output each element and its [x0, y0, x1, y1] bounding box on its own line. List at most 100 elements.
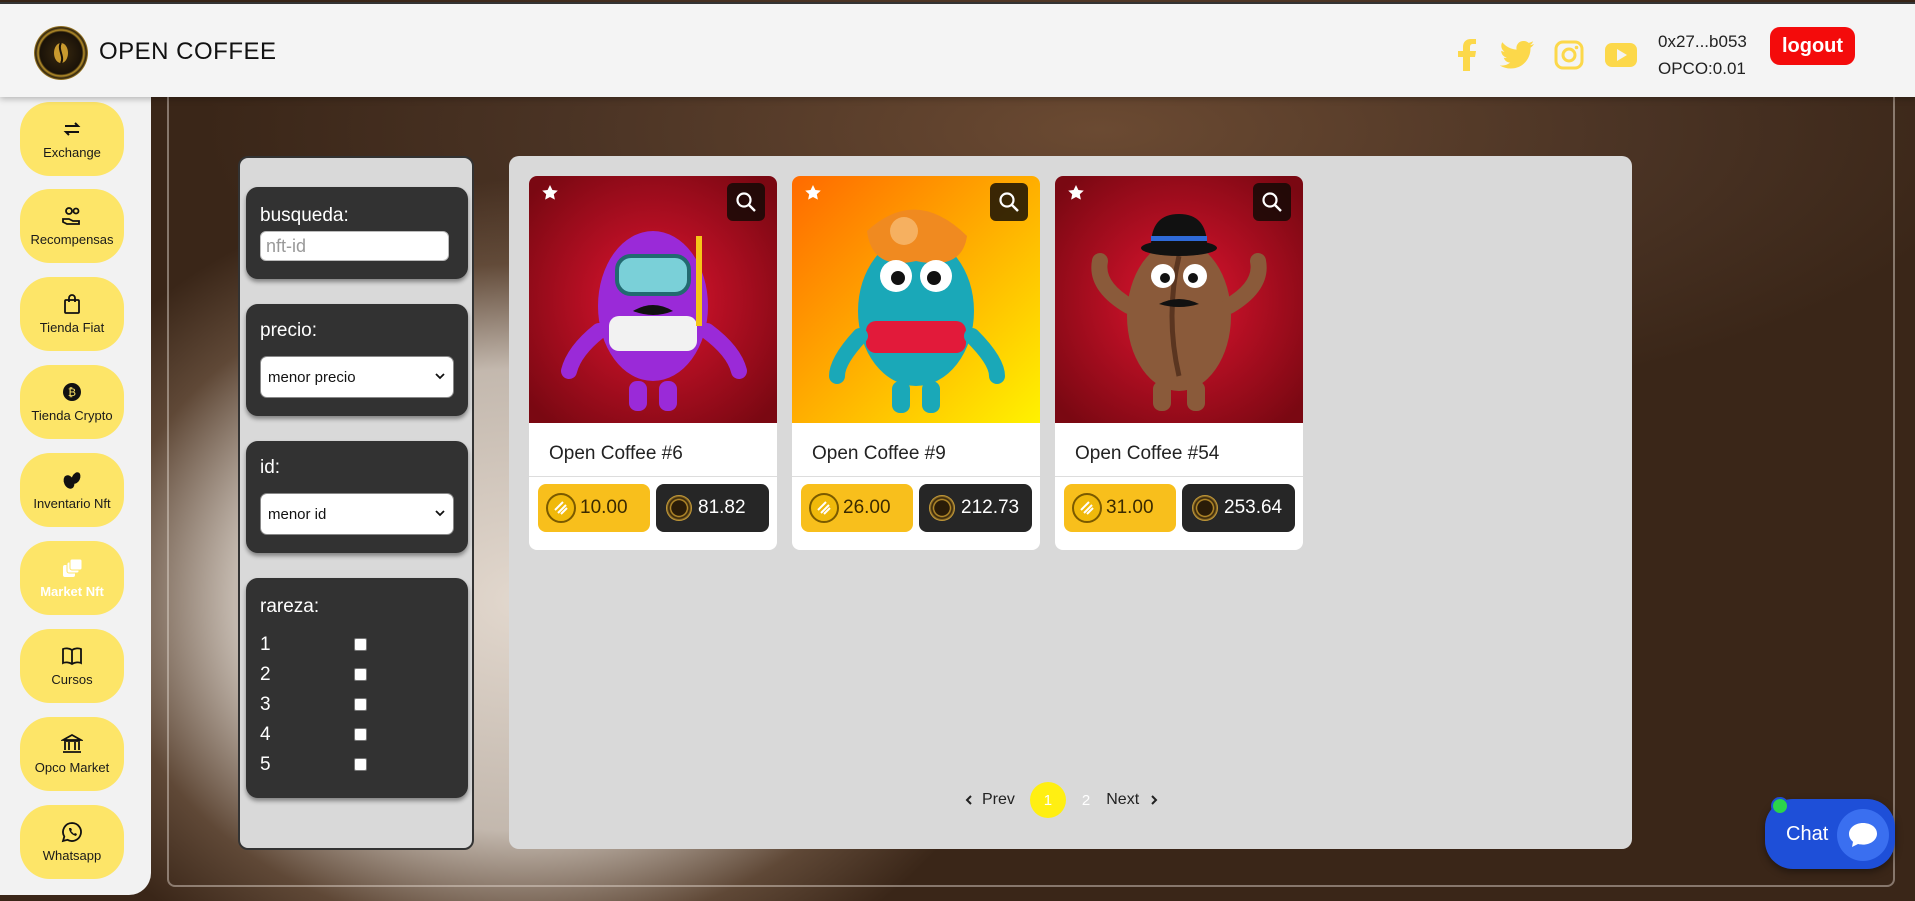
price-filter-label: precio:: [260, 320, 318, 341]
rarity-option-5: 5: [260, 754, 380, 780]
chevron-right-icon[interactable]: [1149, 794, 1159, 806]
favorite-star-icon[interactable]: [804, 184, 822, 202]
zoom-button[interactable]: [990, 183, 1028, 221]
sidebar-item-label: Recompensas: [30, 232, 114, 247]
twitter-icon[interactable]: [1500, 38, 1534, 72]
rarity-checkbox-5[interactable]: [354, 758, 367, 771]
sidebar-item-whatsapp[interactable]: Whatsapp: [20, 805, 124, 879]
busd-coin-icon: [546, 493, 576, 523]
id-filter: id: menor id: [246, 441, 468, 553]
sidebar-item-opco-market[interactable]: Opco Market: [20, 717, 124, 791]
chat-widget-button[interactable]: Chat: [1765, 797, 1895, 869]
svg-text:₿: ₿: [68, 386, 76, 399]
rarity-option-label: 5: [260, 754, 271, 775]
chevron-left-icon[interactable]: [964, 794, 974, 806]
opco-price-button[interactable]: 253.64: [1182, 484, 1295, 532]
nft-card[interactable]: Open Coffee #54 31.00 253.64: [1055, 176, 1303, 550]
rarity-checkbox-4[interactable]: [354, 728, 367, 741]
sidebar-item-tienda-fiat[interactable]: Tienda Fiat: [20, 277, 124, 351]
id-filter-label: id:: [260, 457, 281, 478]
nft-card[interactable]: Open Coffee #6 10.00 81.82: [529, 176, 777, 550]
price-sort-value: menor precio: [268, 368, 356, 386]
next-page-button[interactable]: Next: [1106, 791, 1139, 809]
logout-button[interactable]: logout: [1770, 27, 1855, 65]
facebook-icon[interactable]: [1450, 38, 1484, 72]
rarity-checkbox-1[interactable]: [354, 638, 367, 651]
sidebar: Exchange Recompensas Tienda Fiat ₿ Tiend…: [0, 97, 151, 895]
price-sort-select[interactable]: menor precio: [260, 356, 454, 398]
search-filter: busqueda:: [246, 187, 468, 279]
nft-name: Open Coffee #9: [812, 443, 946, 464]
rarity-option-label: 2: [260, 664, 271, 685]
sidebar-item-inventario-nft[interactable]: Inventario Nft: [20, 453, 124, 527]
rarity-option-1: 1: [260, 634, 380, 660]
sidebar-item-label: Market Nft: [40, 584, 104, 599]
cards-icon: [63, 558, 83, 577]
nft-id-search-input[interactable]: [260, 231, 449, 261]
sidebar-item-market-nft[interactable]: Market Nft: [20, 541, 124, 615]
opco-price: 253.64: [1224, 497, 1283, 518]
busd-price-button[interactable]: 26.00: [801, 484, 913, 532]
chat-label: Chat: [1786, 822, 1829, 845]
nft-name: Open Coffee #54: [1075, 443, 1220, 464]
sidebar-item-tienda-crypto[interactable]: ₿ Tienda Crypto: [20, 365, 124, 439]
opco-price-button[interactable]: 212.73: [919, 484, 1032, 532]
sidebar-item-cursos[interactable]: Cursos: [20, 629, 124, 703]
rarity-option-3: 3: [260, 694, 380, 720]
wallet-address[interactable]: 0x27...b053: [1658, 28, 1747, 55]
chat-bubble-icon: [1837, 809, 1889, 861]
busd-price: 10.00: [580, 497, 628, 518]
coffee-bean-icon: [54, 42, 68, 64]
shopping-bag-icon: [64, 294, 80, 314]
chevron-down-icon: [435, 510, 445, 517]
search-icon: [1262, 192, 1282, 212]
wallet-balance: OPCO:0.01: [1658, 59, 1746, 78]
search-icon: [999, 192, 1019, 212]
exchange-icon: [63, 122, 81, 136]
favorite-star-icon[interactable]: [541, 184, 559, 202]
sidebar-item-label: Inventario Nft: [33, 496, 111, 511]
rarity-option-label: 4: [260, 724, 271, 745]
sidebar-item-recompensas[interactable]: Recompensas: [20, 189, 124, 263]
zoom-button[interactable]: [727, 183, 765, 221]
brand-title[interactable]: OPEN COFFEE: [99, 38, 277, 66]
page-1-button[interactable]: 1: [1029, 782, 1066, 818]
rarity-option-4: 4: [260, 724, 380, 750]
busd-price: 31.00: [1106, 497, 1154, 518]
busd-coin-icon: [809, 493, 839, 523]
top-header: OPEN COFFEE 0x27...b053 OPCO:0.01 logout: [0, 2, 1915, 97]
pagination: Prev 1 2 Next: [964, 782, 1159, 818]
rarity-checkbox-3[interactable]: [354, 698, 367, 711]
whatsapp-icon: [61, 822, 82, 843]
rarity-checkbox-2[interactable]: [354, 668, 367, 681]
nft-card[interactable]: Open Coffee #9 26.00 212.73: [792, 176, 1040, 550]
card-divider: [792, 476, 1040, 477]
sidebar-item-exchange[interactable]: Exchange: [20, 102, 124, 176]
bank-icon: [61, 733, 83, 753]
busd-price-button[interactable]: 31.00: [1064, 484, 1176, 532]
open-coffee-logo[interactable]: [34, 26, 88, 80]
busd-price-button[interactable]: 10.00: [538, 484, 650, 532]
rewards-icon: [62, 207, 80, 225]
sidebar-item-label: Opco Market: [34, 760, 110, 775]
instagram-icon[interactable]: [1552, 38, 1586, 72]
opco-coin-icon: [666, 495, 692, 521]
sidebar-item-label: Tienda Crypto: [31, 408, 113, 423]
page-2-button[interactable]: 2: [1082, 792, 1090, 809]
opco-price: 81.82: [698, 497, 746, 518]
search-filter-label: busqueda:: [260, 205, 349, 226]
rarity-option-label: 1: [260, 634, 271, 655]
rarity-option-label: 3: [260, 694, 271, 715]
id-sort-select[interactable]: menor id: [260, 493, 454, 535]
sidebar-item-label: Cursos: [51, 672, 93, 687]
rarity-option-2: 2: [260, 664, 380, 690]
busd-price: 26.00: [843, 497, 891, 518]
zoom-button[interactable]: [1253, 183, 1291, 221]
opco-price-button[interactable]: 81.82: [656, 484, 769, 532]
sidebar-item-label: Exchange: [43, 145, 101, 160]
favorite-star-icon[interactable]: [1067, 184, 1085, 202]
youtube-icon[interactable]: [1604, 38, 1638, 72]
price-filter: precio: menor precio: [246, 304, 468, 416]
nft-name: Open Coffee #6: [549, 443, 683, 464]
prev-page-button[interactable]: Prev: [982, 791, 1015, 809]
